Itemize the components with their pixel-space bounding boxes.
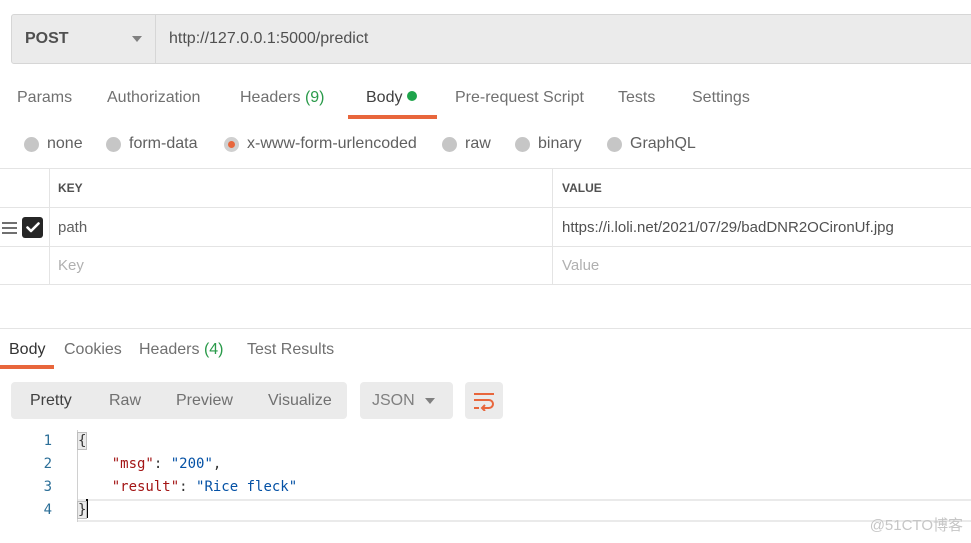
- response-tabs: Body Cookies Headers (4) Test Results: [0, 336, 971, 370]
- json-key-result: "result": [111, 479, 180, 495]
- open-brace: {: [76, 432, 88, 450]
- table-row-new: Key Value: [0, 246, 971, 285]
- radio-circle-icon: [607, 136, 622, 152]
- response-tab-headers[interactable]: Headers (4): [139, 336, 224, 366]
- request-tabs: Params Authorization Headers (9) Body Pr…: [0, 84, 971, 120]
- tab-params[interactable]: Params: [17, 84, 72, 118]
- section-divider: [0, 328, 971, 329]
- chevron-down-icon: [425, 397, 435, 404]
- radio-circle-icon: [442, 136, 457, 152]
- tab-pre-request-script[interactable]: Pre-request Script: [455, 84, 584, 118]
- table-row: path https://i.loli.net/2021/07/29/badDN…: [0, 207, 971, 246]
- radio-circle-icon: [106, 136, 121, 152]
- body-indicator-dot-icon: [407, 91, 418, 101]
- tab-label: Headers: [240, 89, 301, 106]
- radio-label: GraphQL: [630, 135, 696, 152]
- close-brace: }: [76, 501, 88, 519]
- tab-label: Settings: [692, 89, 750, 106]
- view-raw-button[interactable]: Raw: [109, 382, 141, 419]
- tab-label: Headers: [139, 341, 200, 358]
- tab-label: Params: [17, 89, 73, 106]
- tab-authorization[interactable]: Authorization: [107, 84, 200, 118]
- format-select[interactable]: JSON: [360, 382, 453, 419]
- response-headers-count: (4): [203, 341, 224, 358]
- radio-label: none: [47, 135, 83, 152]
- radio-label: x-www-form-urlencoded: [247, 135, 417, 152]
- radio-label: binary: [538, 135, 582, 152]
- tab-label: Body: [366, 89, 403, 106]
- active-tab-underline: [348, 115, 437, 119]
- line-number: 3: [43, 479, 52, 495]
- radio-circle-icon: [24, 136, 39, 152]
- header-value: VALUE: [562, 181, 602, 195]
- header-key: KEY: [50, 169, 553, 207]
- view-visualize-button[interactable]: Visualize: [268, 382, 332, 419]
- line-number: 1: [43, 433, 52, 449]
- row-controls-empty: [0, 247, 50, 284]
- active-response-tab-underline: [0, 365, 54, 369]
- view-preview-button[interactable]: Preview: [176, 382, 233, 419]
- method-label: POST: [25, 30, 69, 47]
- wrap-lines-icon: [474, 392, 494, 411]
- json-value-result: "Rice fleck": [196, 479, 298, 495]
- view-mode-bar: Pretty Raw Preview Visualize: [11, 382, 347, 419]
- tab-tests[interactable]: Tests: [618, 84, 655, 118]
- params-table: KEY VALUE path https://i.loli.net/2021/0…: [0, 168, 971, 285]
- url-bar: POST http://127.0.0.1:5000/predict: [11, 14, 971, 64]
- tab-label: Authorization: [107, 89, 201, 106]
- tab-label: Body: [9, 341, 46, 358]
- tab-label: Test Results: [247, 341, 335, 358]
- checkmark-icon: [25, 222, 40, 233]
- response-tab-body[interactable]: Body: [9, 336, 45, 366]
- param-key-input[interactable]: path: [50, 208, 553, 246]
- json-key-msg: "msg": [111, 456, 154, 472]
- tab-settings[interactable]: Settings: [692, 84, 750, 118]
- view-pretty-button[interactable]: Pretty: [30, 382, 72, 419]
- new-key-input[interactable]: Key: [50, 247, 553, 284]
- url-input[interactable]: http://127.0.0.1:5000/predict: [156, 30, 368, 48]
- current-line-highlight: [78, 499, 971, 522]
- format-label: JSON: [372, 391, 415, 409]
- radio-graphql[interactable]: GraphQL: [607, 130, 696, 158]
- code-line: 1 {: [0, 430, 971, 453]
- radio-label: form-data: [129, 135, 198, 152]
- line-number: 4: [43, 502, 52, 518]
- watermark: @51CTO博客: [869, 517, 963, 534]
- radio-raw[interactable]: raw: [442, 130, 491, 158]
- tab-label: Tests: [618, 89, 656, 106]
- tab-label: Pre-request Script: [455, 89, 584, 106]
- code-line-current: 4 }: [0, 499, 971, 522]
- header-spacer: [0, 169, 50, 207]
- tab-headers[interactable]: Headers (9): [240, 84, 325, 118]
- body-type-radios: none form-data x-www-form-urlencoded raw…: [0, 130, 971, 158]
- radio-binary[interactable]: binary: [515, 130, 582, 158]
- radio-x-www-form-urlencoded[interactable]: x-www-form-urlencoded: [224, 130, 417, 158]
- new-value-input[interactable]: Value: [553, 247, 971, 284]
- json-value-msg: "200": [170, 456, 213, 472]
- row-controls: [0, 208, 50, 246]
- tab-body[interactable]: Body: [366, 84, 418, 118]
- text-cursor: [86, 499, 89, 518]
- radio-form-data[interactable]: form-data: [106, 130, 197, 158]
- radio-none[interactable]: none: [24, 130, 83, 158]
- code-line: 3 "result": "Rice fleck": [0, 476, 971, 499]
- line-number: 2: [43, 456, 52, 472]
- response-tab-cookies[interactable]: Cookies: [64, 336, 122, 366]
- radio-selected-icon: [224, 136, 239, 152]
- param-value-input[interactable]: https://i.loli.net/2021/07/29/badDNR2OCi…: [553, 208, 971, 246]
- response-body-editor[interactable]: 1 { 2 "msg": "200", 3 "result": "Rice fl…: [0, 430, 971, 522]
- drag-handle-icon[interactable]: [2, 222, 17, 237]
- method-select[interactable]: POST: [12, 15, 156, 63]
- chevron-down-icon: [132, 36, 142, 42]
- code-line: 2 "msg": "200",: [0, 453, 971, 476]
- response-tab-test-results[interactable]: Test Results: [247, 336, 334, 366]
- wrap-lines-button[interactable]: [465, 382, 503, 419]
- radio-circle-icon: [515, 136, 530, 152]
- row-checkbox[interactable]: [22, 217, 43, 238]
- tab-label: Cookies: [64, 341, 122, 358]
- headers-count: (9): [304, 89, 325, 106]
- radio-label: raw: [465, 135, 491, 152]
- table-header-row: KEY VALUE: [0, 168, 971, 207]
